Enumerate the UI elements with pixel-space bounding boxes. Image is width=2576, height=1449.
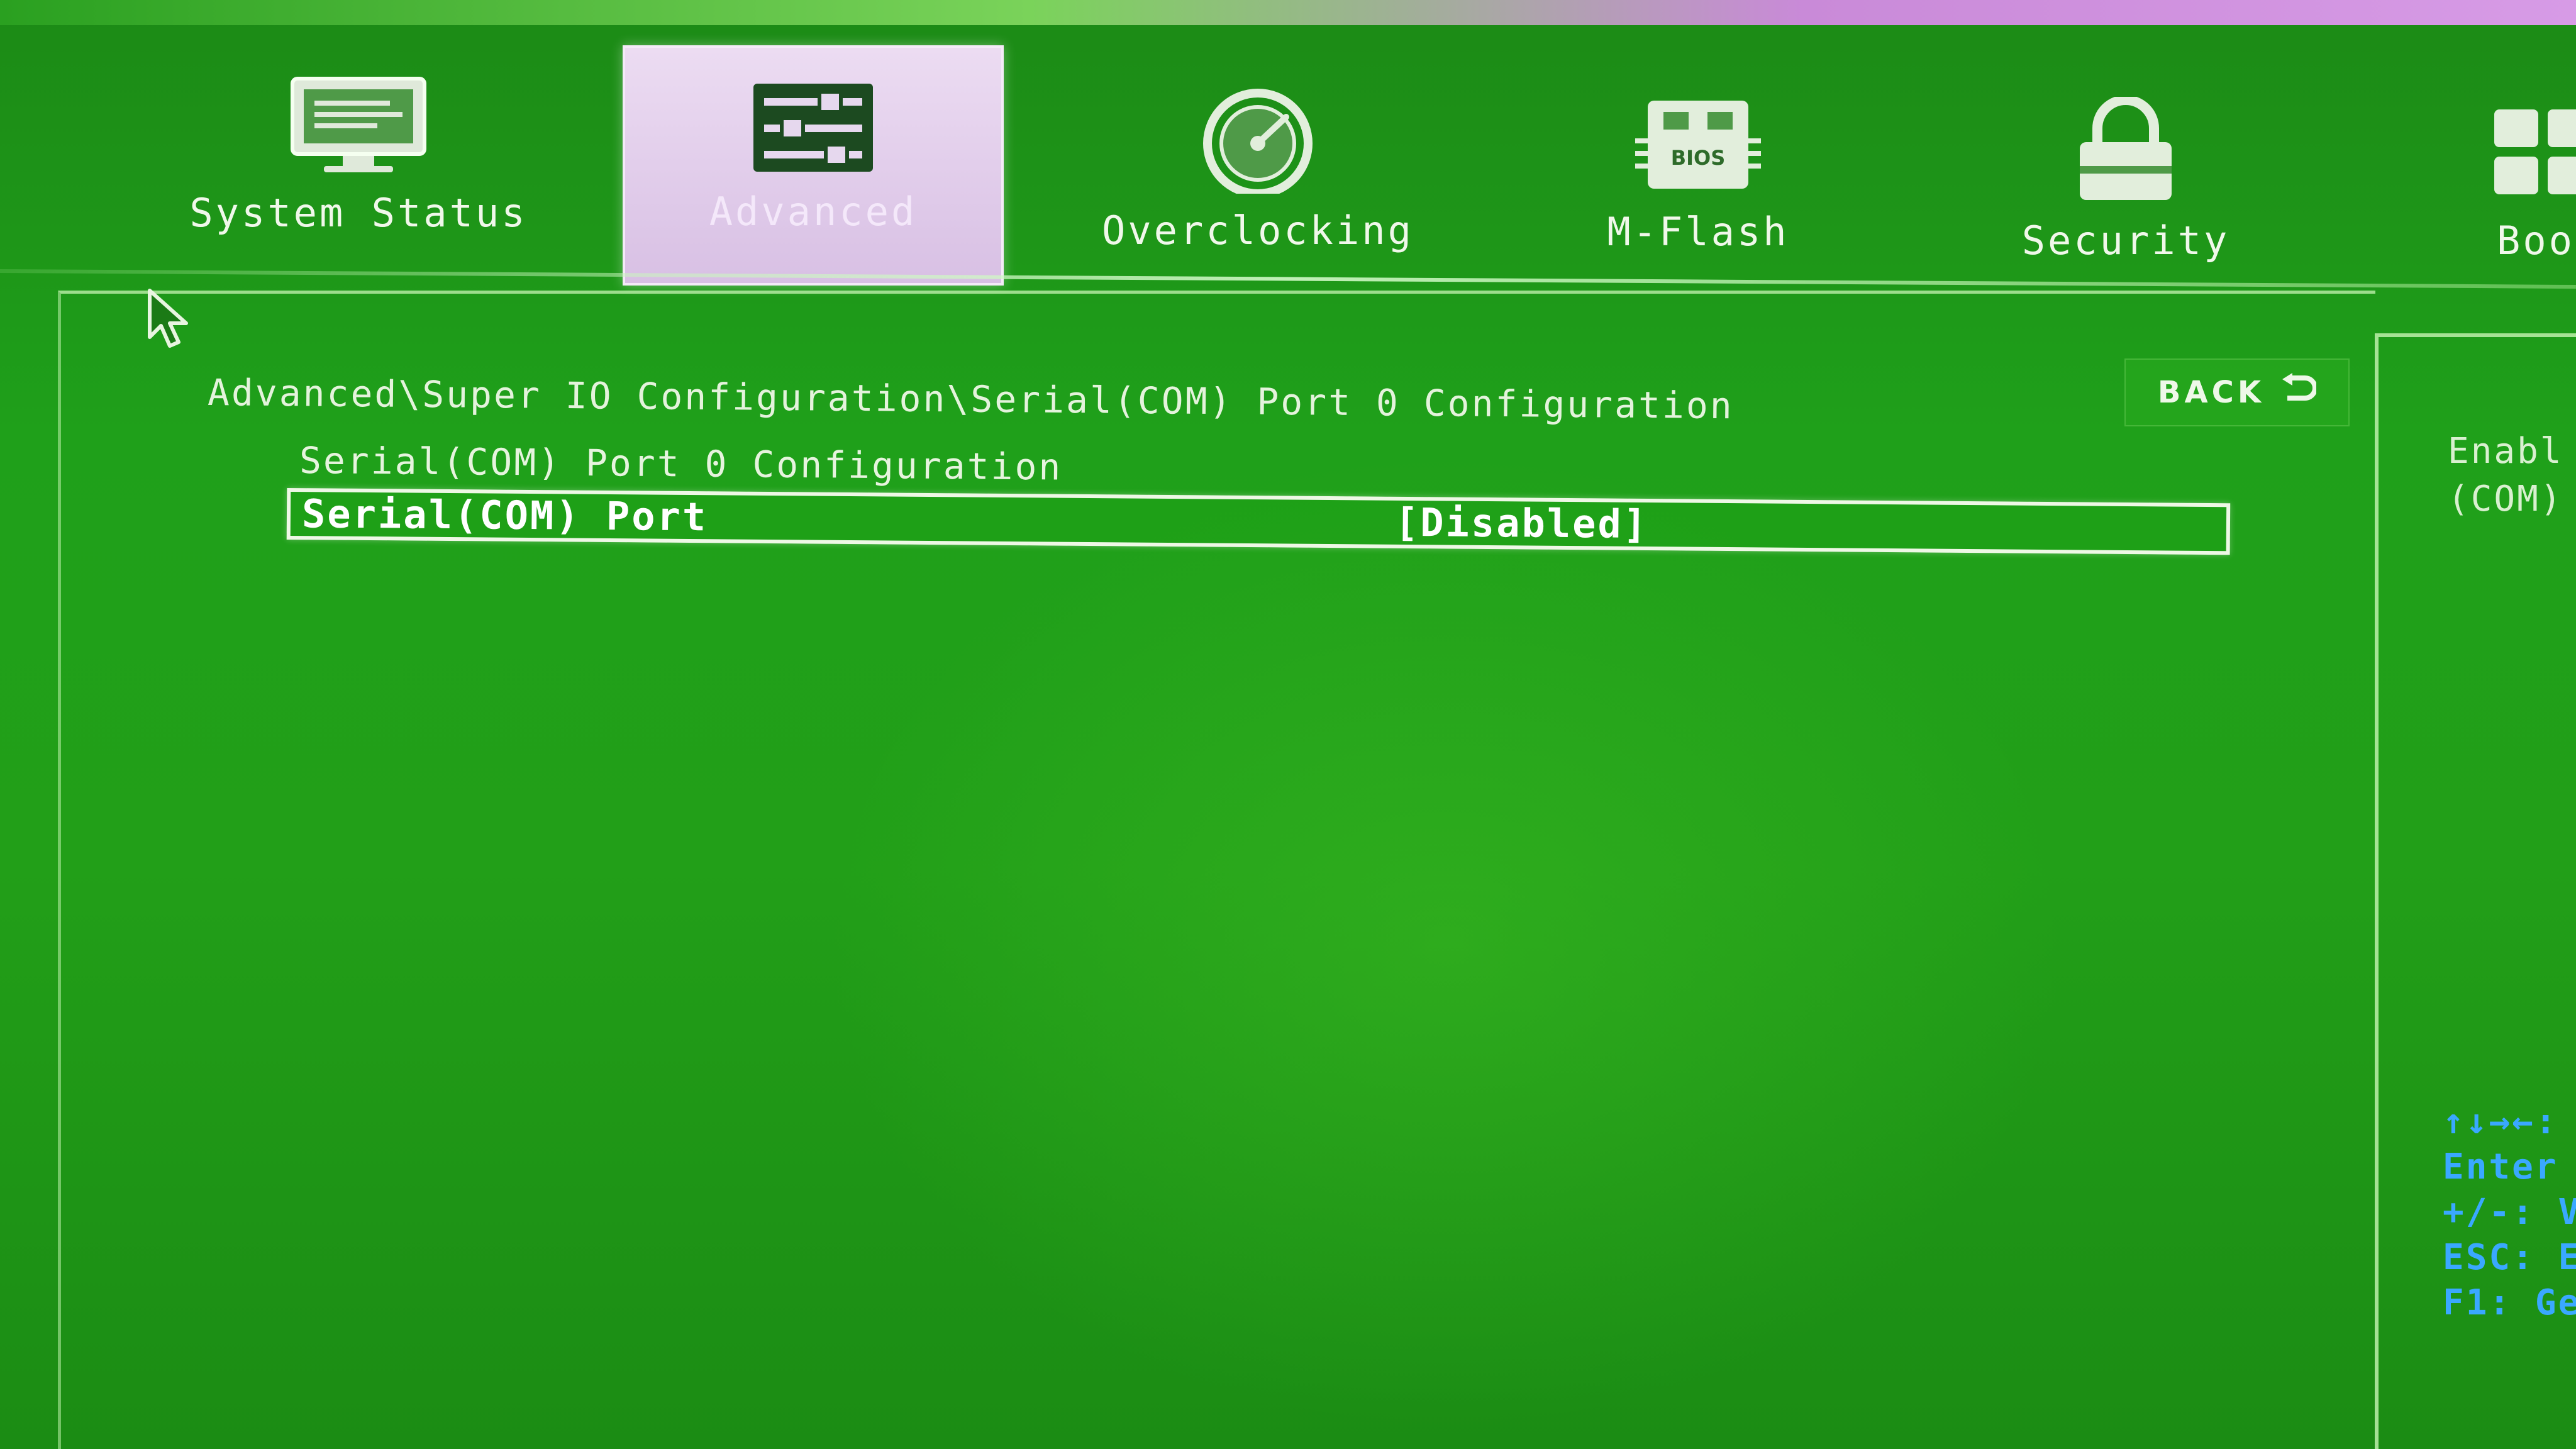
mouse-pointer-icon — [146, 288, 196, 353]
tab-overclocking[interactable]: Overclocking — [1069, 74, 1446, 282]
bios-screen: System Status Advanced Overclocking BIOS… — [0, 0, 2576, 1449]
key-help-enter: Enter — [2443, 1146, 2558, 1187]
help-line-1: Enabl — [2448, 431, 2563, 472]
top-header-band — [0, 0, 2576, 25]
tab-boot[interactable]: Boo — [2428, 91, 2576, 298]
tab-label: Security — [2021, 218, 2230, 264]
key-help-f1: F1: Ge — [2443, 1282, 2576, 1323]
tab-advanced[interactable]: Advanced — [623, 45, 1004, 286]
key-help-change-value: +/-: V — [2443, 1192, 2576, 1233]
tab-bar: System Status Advanced Overclocking BIOS… — [0, 25, 2576, 289]
tab-label: Advanced — [709, 189, 918, 235]
key-help-list: ↑↓→←: Enter +/-: V ESC: E F1: Ge — [2443, 1099, 2576, 1326]
tab-system-status[interactable]: System Status — [170, 63, 547, 270]
speedometer-icon — [1069, 87, 1446, 198]
tab-label: Boo — [2497, 218, 2575, 264]
back-button[interactable]: BACK — [2124, 358, 2350, 426]
return-arrow-icon — [2279, 373, 2318, 412]
bios-chip-text: BIOS — [1671, 146, 1726, 170]
setting-value-dropdown[interactable]: [Disabled] — [1395, 499, 1649, 547]
key-help-navigate: ↑↓→←: — [2443, 1101, 2558, 1142]
settings-sliders-icon — [625, 80, 1001, 177]
help-line-2: (COM) — [2448, 479, 2563, 519]
padlock-icon — [1956, 95, 2296, 206]
section-title: Serial(COM) Port 0 Configuration — [299, 439, 1063, 489]
key-help-esc: ESC: E — [2443, 1237, 2576, 1278]
back-button-label: BACK — [2157, 375, 2265, 410]
tab-label: M-Flash — [1607, 209, 1789, 255]
tab-security[interactable]: Security — [1956, 84, 2296, 292]
help-description: Enabl (COM) — [2448, 428, 2563, 523]
setting-name: Serial(COM) Port — [301, 491, 708, 540]
bios-chip-icon: BIOS — [1522, 88, 1874, 197]
tab-m-flash[interactable]: BIOS M-Flash — [1522, 75, 1874, 283]
monitor-icon — [170, 75, 547, 179]
tab-label: Overclocking — [1102, 208, 1414, 253]
boot-grid-icon — [2488, 103, 2576, 206]
tab-label: System Status — [189, 190, 528, 236]
